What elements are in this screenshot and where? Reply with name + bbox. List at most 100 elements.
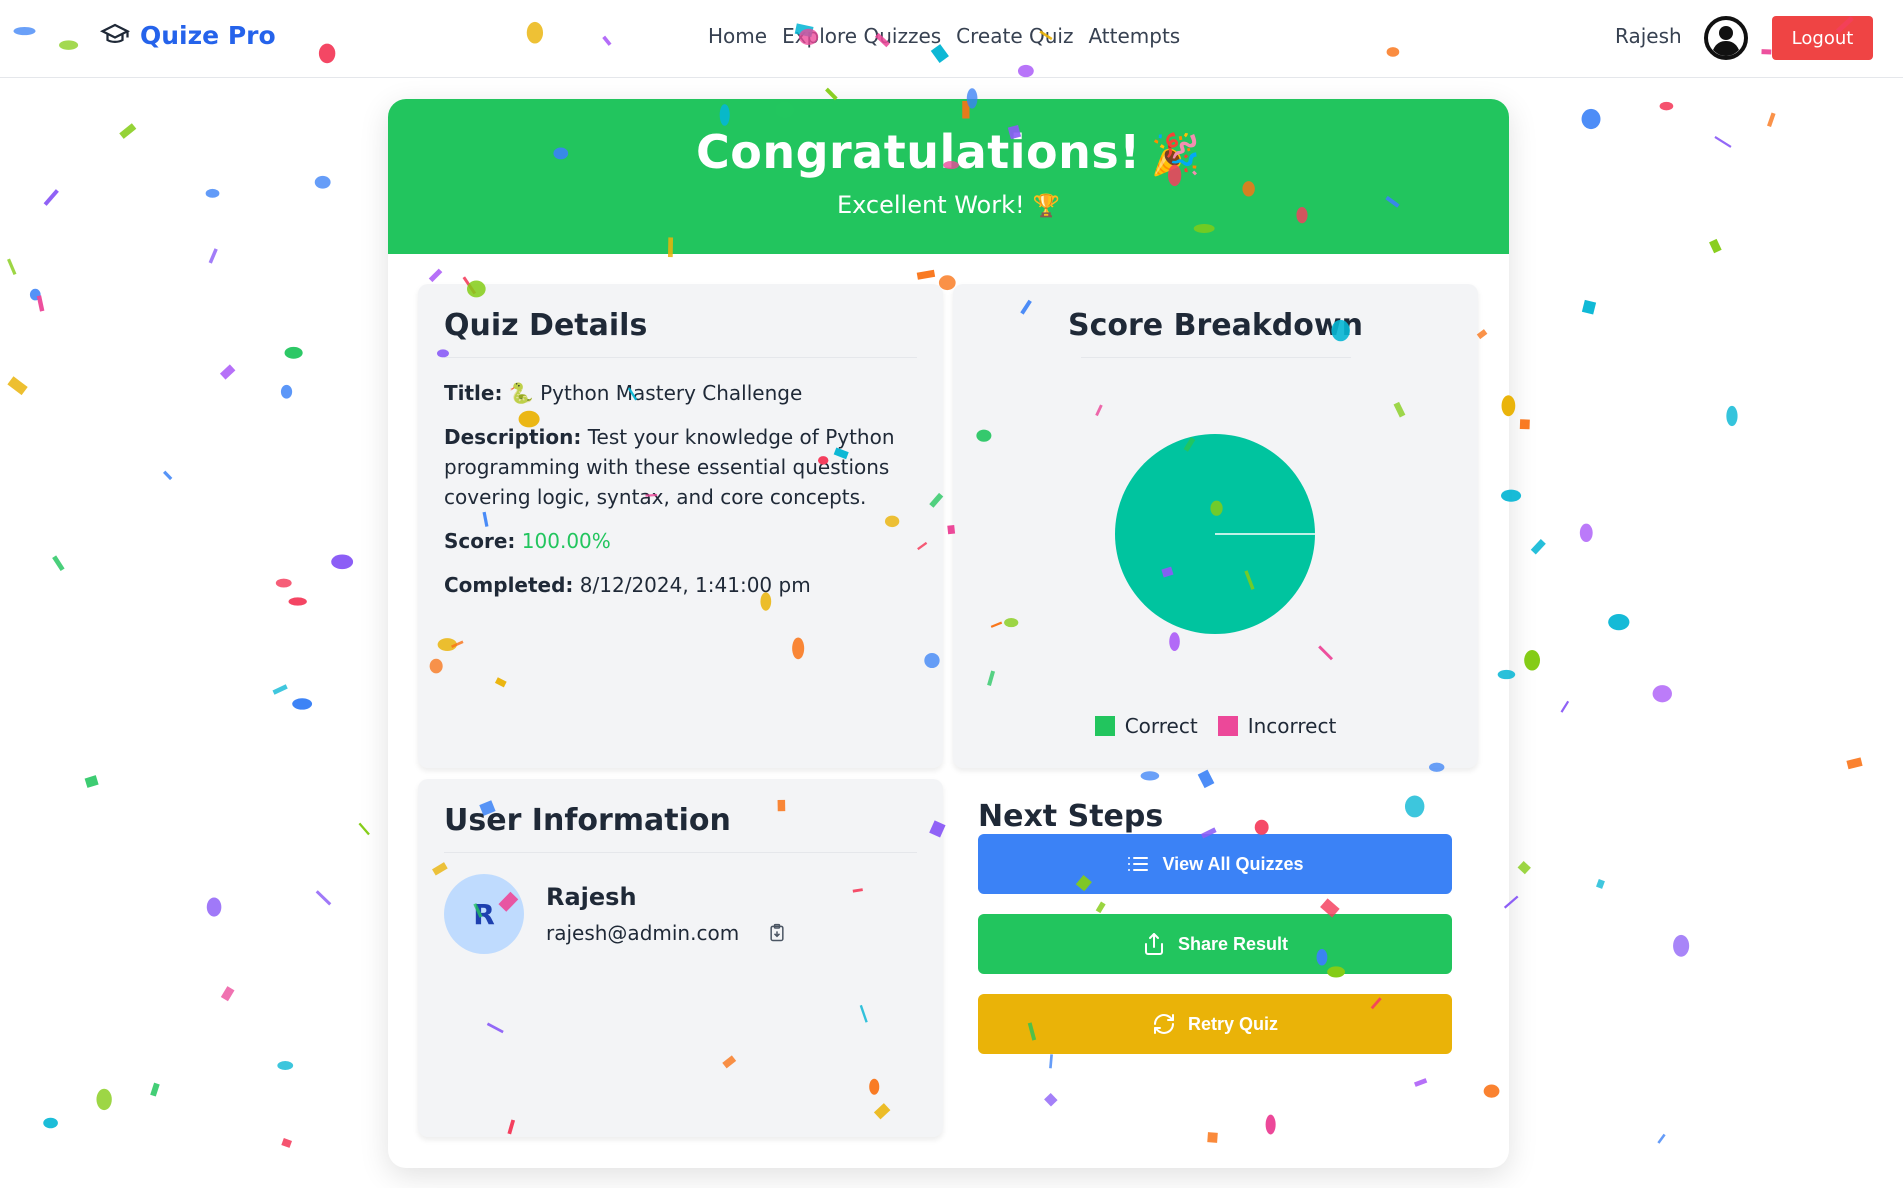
confetti-piece (358, 822, 370, 836)
quiz-completed-label: Completed: (444, 573, 574, 597)
retry-quiz-button[interactable]: Retry Quiz (978, 994, 1452, 1054)
share-result-button[interactable]: Share Result (978, 914, 1452, 974)
confetti-piece (1560, 700, 1570, 713)
brand-name: Quize Pro (140, 20, 276, 50)
user-information-heading: User Information (444, 803, 731, 838)
confetti-piece (36, 295, 45, 312)
avatar: R (444, 874, 524, 954)
quiz-score-label: Score: (444, 529, 516, 553)
confetti-piece (1608, 614, 1630, 631)
view-all-quizzes-label: View All Quizzes (1162, 853, 1304, 874)
confetti-piece (84, 775, 99, 788)
confetti-piece (1517, 860, 1531, 875)
results-card: Congratulations! 🎉 Excellent Work! 🏆 Quiz … (388, 99, 1509, 1168)
confetti-piece (206, 897, 222, 917)
brand[interactable]: Quize Pro (100, 20, 276, 50)
share-result-label: Share Result (1177, 933, 1289, 954)
divider (444, 357, 917, 358)
quiz-title-value: Python Mastery Challenge (540, 381, 803, 405)
confetti-piece (281, 1138, 292, 1148)
user-email: rajesh@admin.com (546, 921, 740, 945)
divider (444, 852, 917, 853)
confetti-piece (96, 1088, 112, 1111)
confetti-piece (1524, 649, 1541, 671)
confetti-piece (284, 346, 303, 359)
confetti-piece (1767, 112, 1776, 128)
confetti-piece (331, 554, 354, 570)
confetti-piece (1659, 101, 1674, 111)
confetti-piece (292, 698, 313, 710)
share-icon (1144, 933, 1163, 955)
quiz-description-label: Description: (444, 425, 582, 449)
user-information-panel: User Information R Rajesh rajesh@admin.c… (418, 779, 943, 1137)
hero-subtitle: Excellent Work! 🏆 (388, 191, 1509, 219)
confetti-piece (150, 1082, 160, 1097)
confetti-piece (43, 189, 59, 206)
refresh-icon (1153, 1014, 1174, 1034)
navbar: Quize Pro Home Explore Quizzes Create Qu… (0, 0, 1903, 78)
user-info: Rajesh rajesh@admin.com (546, 883, 787, 945)
confetti-piece (315, 890, 332, 906)
confetti-piece (272, 684, 288, 695)
confetti-piece (288, 597, 307, 606)
hero-subtitle-text: Excellent Work! (836, 191, 1025, 219)
nav-link-explore-quizzes[interactable]: Explore Quizzes (782, 24, 941, 48)
confetti-piece (205, 188, 220, 198)
user-name: Rajesh (546, 883, 637, 911)
view-all-quizzes-button[interactable]: View All Quizzes (978, 834, 1452, 894)
retry-quiz-label: Retry Quiz (1187, 1013, 1279, 1034)
quiz-completed-row: Completed: 8/12/2024, 1:41:00 pm (444, 570, 917, 600)
confetti-piece (1530, 539, 1546, 555)
confetti-piece (7, 258, 17, 275)
list-icon (1128, 857, 1149, 871)
confetti-piece (1652, 685, 1672, 703)
quiz-title-label: Title: (444, 381, 503, 405)
confetti-piece (119, 123, 137, 139)
nav-user-name: Rajesh (1615, 24, 1682, 48)
quiz-score-row: Score: 100.00% (444, 526, 917, 556)
legend-swatch-incorrect (1217, 716, 1238, 736)
confetti-piece (220, 986, 235, 1002)
python-icon: 🐍 (508, 381, 534, 405)
confetti-piece (208, 248, 218, 264)
hero-title: Congratulations! 🎉 (388, 99, 1509, 179)
nav-links: Home Explore Quizzes Create Quiz Attempt… (708, 24, 1180, 48)
user-email-row: rajesh@admin.com (546, 921, 787, 945)
party-popper-icon: 🎉 (1150, 132, 1202, 178)
confetti-piece (1519, 419, 1530, 430)
confetti-piece (280, 384, 293, 399)
quiz-details-heading: Quiz Details (444, 308, 648, 343)
confetti-piece (219, 364, 236, 380)
hero-title-text: Congratulations! (695, 125, 1141, 179)
confetti-piece (163, 470, 173, 481)
legend-label-correct: Correct (1124, 714, 1198, 738)
hero-banner: Congratulations! 🎉 Excellent Work! 🏆 (388, 99, 1509, 254)
confetti-piece (29, 288, 41, 301)
confetti-piece (277, 1061, 294, 1070)
confetti-piece (43, 1117, 58, 1129)
confetti-piece (1726, 405, 1738, 427)
quiz-details-panel: Quiz Details Title: 🐍 Python Mastery Cha… (418, 284, 943, 768)
confetti-piece (314, 175, 331, 189)
confetti-piece (1673, 934, 1690, 957)
nav-link-attempts[interactable]: Attempts (1088, 24, 1180, 48)
confetti-piece (1579, 523, 1593, 543)
confetti-piece (1714, 136, 1732, 148)
logout-button[interactable]: Logout (1772, 16, 1873, 60)
nav-link-create-quiz[interactable]: Create Quiz (956, 24, 1073, 48)
confetti-piece (1657, 1133, 1666, 1144)
legend-item-incorrect[interactable]: Incorrect (1217, 714, 1336, 738)
user-circle-icon[interactable] (1704, 16, 1748, 60)
clipboard-icon[interactable] (767, 923, 787, 943)
confetti-piece (1596, 878, 1605, 889)
graduation-cap-icon (100, 23, 130, 43)
legend-item-correct[interactable]: Correct (1094, 714, 1198, 738)
nav-link-home[interactable]: Home (708, 24, 767, 48)
user-row: R Rajesh rajesh@admin.com (444, 874, 787, 954)
quiz-completed-value: 8/12/2024, 1:41:00 pm (579, 573, 811, 597)
score-breakdown-panel: Score Breakdown Correct Incorrect (953, 284, 1478, 768)
pie-legend: Correct Incorrect (953, 714, 1478, 738)
confetti-piece (7, 376, 28, 396)
confetti-piece (275, 578, 292, 588)
quiz-description-row: Description: Test your knowledge of Pyth… (444, 422, 917, 512)
